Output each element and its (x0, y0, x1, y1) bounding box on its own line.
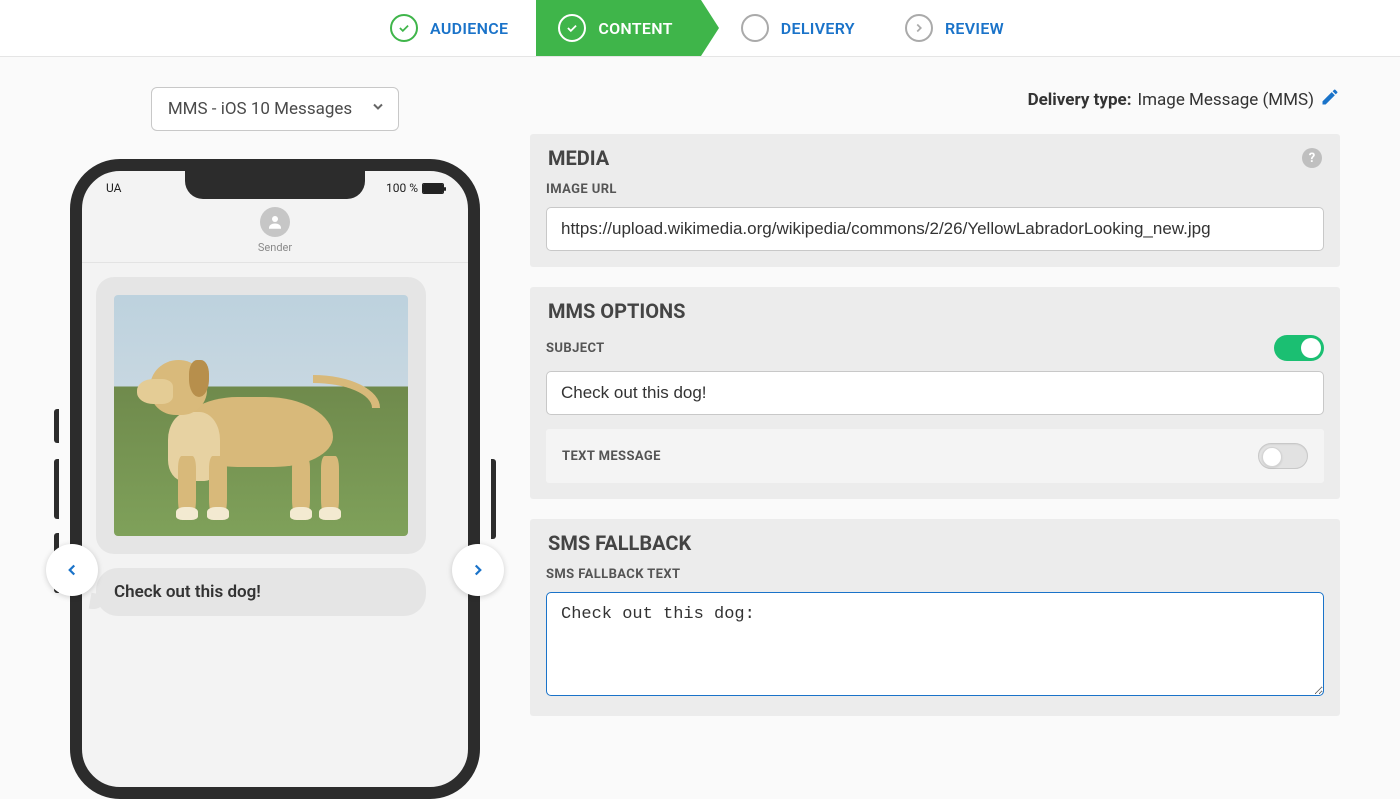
media-panel: MEDIA ? IMAGE URL (530, 134, 1340, 267)
message-text-bubble: Check out this dog! (96, 568, 426, 616)
panel-title: MMS OPTIONS (548, 299, 685, 323)
sms-fallback-panel: SMS FALLBACK SMS FALLBACK TEXT Check out… (530, 519, 1340, 716)
step-delivery[interactable]: DELIVERY (701, 0, 883, 56)
subject-label: SUBJECT (546, 341, 605, 356)
message-text: Check out this dog! (114, 582, 261, 602)
step-audience[interactable]: AUDIENCE (368, 0, 536, 56)
chevron-down-icon (370, 99, 386, 120)
phone-side-button (54, 459, 59, 519)
preview-mode-value: MMS - iOS 10 Messages (168, 99, 352, 119)
wizard-stepper: AUDIENCE CONTENT DELIVERY REVIEW (0, 0, 1400, 57)
panel-title: MEDIA (548, 146, 609, 170)
check-circle-icon (390, 14, 418, 42)
carrier-label: UA (106, 181, 121, 195)
text-message-label: TEXT MESSAGE (562, 449, 661, 464)
phone-preview: UA 100 % Sender (70, 159, 480, 799)
message-image (114, 295, 408, 536)
step-label: DELIVERY (781, 19, 855, 38)
step-label: AUDIENCE (430, 19, 508, 38)
phone-header: Sender (82, 195, 468, 263)
phone-notch (185, 171, 365, 199)
check-circle-icon (558, 14, 586, 42)
sms-fallback-textarea[interactable]: Check out this dog: (546, 592, 1324, 696)
step-label: REVIEW (945, 19, 1004, 38)
image-url-input[interactable] (546, 207, 1324, 251)
preview-mode-select[interactable]: MMS - iOS 10 Messages (151, 87, 399, 131)
delivery-type-value: Image Message (MMS) (1138, 90, 1315, 110)
mms-options-panel: MMS OPTIONS SUBJECT TEXT MESSAGE (530, 287, 1340, 499)
avatar-icon (260, 207, 290, 237)
battery-indicator: 100 % (386, 181, 444, 195)
sms-fallback-label: SMS FALLBACK TEXT (546, 567, 1324, 582)
step-content[interactable]: CONTENT (536, 0, 700, 56)
subject-input[interactable] (546, 371, 1324, 415)
phone-side-button (491, 459, 496, 539)
battery-icon (422, 183, 444, 194)
step-review[interactable]: REVIEW (883, 0, 1032, 56)
delivery-type-row: Delivery type: Image Message (MMS) (530, 87, 1340, 112)
text-message-row: TEXT MESSAGE (546, 429, 1324, 483)
preview-prev-button[interactable] (46, 544, 98, 596)
step-label: CONTENT (598, 19, 672, 38)
subject-toggle[interactable] (1274, 335, 1324, 361)
circle-icon (741, 14, 769, 42)
sender-label: Sender (82, 241, 468, 254)
preview-next-button[interactable] (452, 544, 504, 596)
delivery-type-label: Delivery type: (1028, 90, 1132, 110)
message-image-bubble (96, 277, 426, 554)
battery-pct: 100 % (386, 181, 418, 195)
image-url-label: IMAGE URL (546, 182, 1324, 197)
text-message-toggle[interactable] (1258, 443, 1308, 469)
panel-title: SMS FALLBACK (548, 531, 691, 555)
help-icon[interactable]: ? (1302, 148, 1322, 168)
phone-side-button (54, 409, 59, 443)
chevron-right-circle-icon (905, 14, 933, 42)
edit-icon[interactable] (1320, 87, 1340, 112)
